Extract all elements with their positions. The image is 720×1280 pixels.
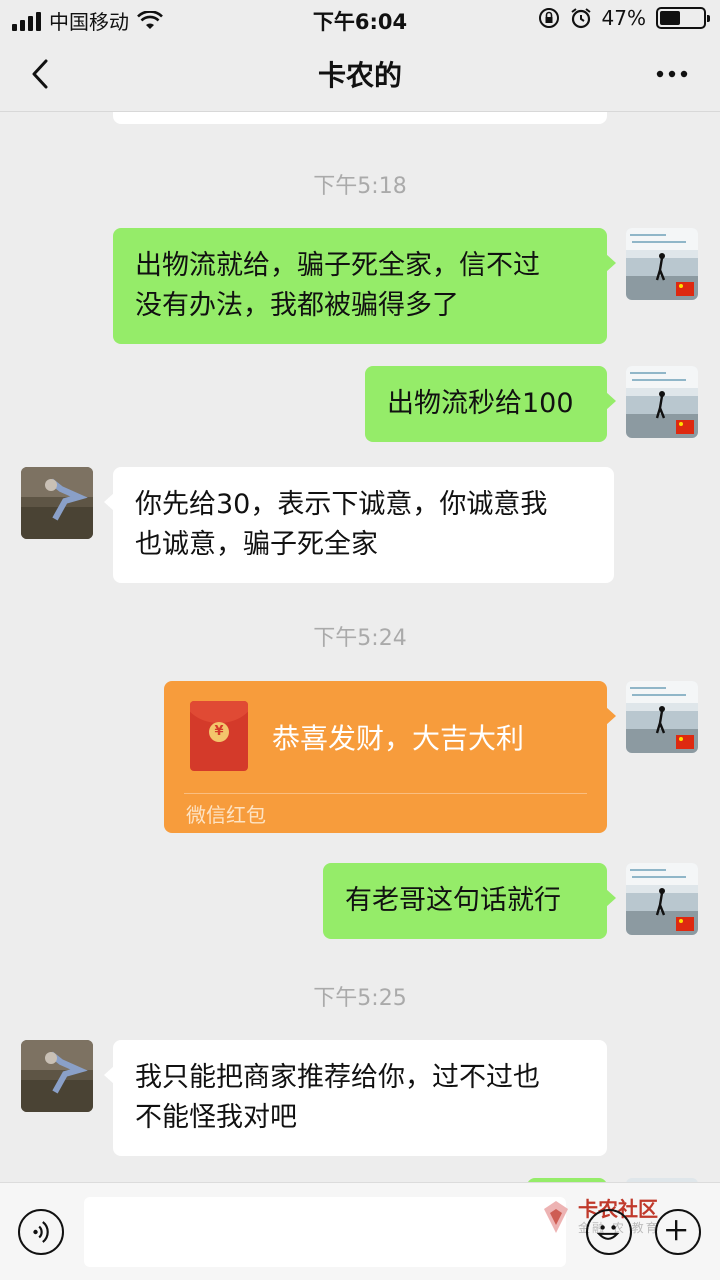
message-line: 没有办法，我都被骗得多了	[135, 290, 459, 321]
status-right: 47%	[538, 6, 710, 30]
my-avatar[interactable]	[626, 863, 698, 935]
red-packet-label: 微信红包	[186, 803, 266, 827]
contact-avatar[interactable]	[21, 467, 93, 539]
message-line: 我只能把商家推荐给你，过不过也	[135, 1062, 540, 1093]
chat-screen: 中国移动 下午6:04 47% 卡农的 下午5:18 出物流就给，骗子死全家，信…	[0, 0, 720, 1280]
my-avatar[interactable]	[626, 228, 698, 300]
red-packet-icon: ¥	[190, 701, 248, 771]
input-bar: 卡农社区 金融 农 教育	[0, 1182, 720, 1280]
received-message-bubble[interactable]: 你先给30，表示下诚意，你诚意我 也诚意，骗子死全家	[104, 467, 614, 583]
timestamp: 下午5:24	[313, 626, 407, 651]
red-packet-title: 恭喜发财，大吉大利	[272, 722, 525, 755]
divider	[184, 793, 587, 794]
battery-fill	[660, 11, 680, 25]
timestamp: 下午5:25	[313, 986, 407, 1011]
partial-message-bubble	[113, 112, 607, 124]
more-dots-icon[interactable]	[652, 54, 692, 94]
red-packet-message[interactable]: ¥ 恭喜发财，大吉大利 微信红包	[164, 681, 616, 833]
battery-icon	[656, 7, 710, 29]
message-line: 出物流就给，骗子死全家，信不过	[135, 250, 540, 281]
timestamp: 下午5:18	[313, 174, 407, 199]
chat-title: 卡农的	[317, 59, 402, 92]
message-input[interactable]	[84, 1197, 566, 1267]
message-line: 也诚意，骗子死全家	[135, 529, 378, 560]
battery-percent: 47%	[601, 6, 646, 30]
sent-message-bubble[interactable]: 出物流秒给100	[365, 366, 616, 442]
message-list[interactable]: 下午5:18 出物流就给，骗子死全家，信不过 没有办法，我都被骗得多了 出物流秒…	[0, 112, 720, 1182]
emoji-icon[interactable]	[586, 1209, 632, 1255]
message-line: 出物流秒给100	[387, 388, 574, 419]
contact-avatar[interactable]	[21, 1040, 93, 1112]
my-avatar[interactable]	[626, 681, 698, 753]
nav-bar: 卡农的	[0, 36, 720, 112]
sent-message-bubble[interactable]: 出物流就给，骗子死全家，信不过 没有办法，我都被骗得多了	[113, 228, 616, 344]
message-line: 不能怪我对吧	[135, 1102, 297, 1133]
voice-icon[interactable]	[18, 1209, 64, 1255]
message-line: 你先给30，表示下诚意，你诚意我	[135, 489, 548, 520]
alarm-icon	[570, 8, 591, 29]
rotation-lock-icon	[538, 8, 559, 28]
my-avatar[interactable]	[626, 366, 698, 438]
received-message-bubble[interactable]: 我只能把商家推荐给你，过不过也 不能怪我对吧	[104, 1040, 607, 1156]
plus-icon[interactable]	[655, 1209, 701, 1255]
message-line: 有老哥这句话就行	[345, 885, 561, 916]
sent-message-bubble[interactable]: 有老哥这句话就行	[323, 863, 616, 939]
status-bar: 中国移动 下午6:04 47%	[0, 0, 720, 36]
